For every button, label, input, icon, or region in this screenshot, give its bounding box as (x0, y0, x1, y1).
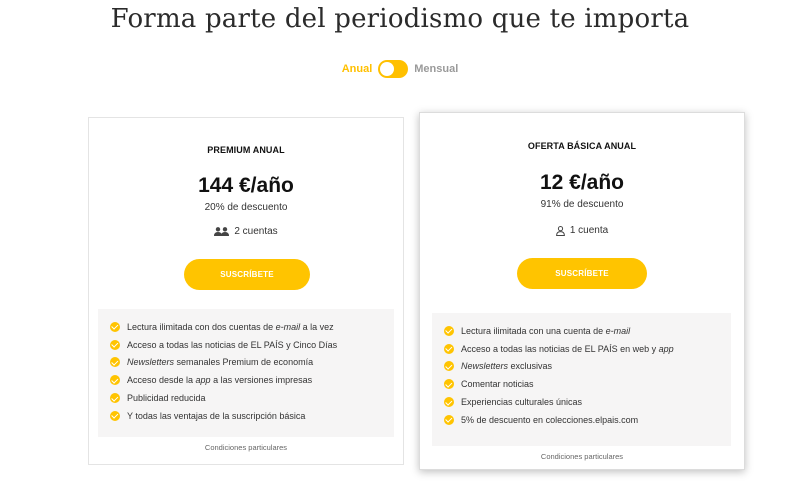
check-icon (110, 357, 120, 368)
check-icon (444, 361, 454, 372)
benefit-item: Comentar noticias (444, 375, 731, 393)
monthly-label[interactable]: Mensual (414, 63, 458, 75)
plan-discount: 20% de descuento (204, 202, 288, 213)
benefit-text: 5% de descuento en colecciones.elpais.co… (461, 415, 638, 425)
benefits-list: Lectura ilimitada con una cuenta de e-ma… (432, 313, 731, 446)
plan-price: 12 €/año (539, 171, 625, 194)
benefit-text: Acceso a todas las noticias de EL PAÍS y… (127, 340, 337, 350)
benefit-text: Newsletters exclusivas (461, 361, 552, 371)
benefit-text-pre: Lectura ilimitada con dos cuentas de (127, 321, 276, 332)
benefit-text: Acceso desde la app a las versiones impr… (127, 375, 312, 385)
check-icon (444, 397, 454, 408)
plan-discount: 91% de descuento (540, 199, 624, 210)
check-icon (110, 410, 120, 421)
subscribe-button[interactable]: SUSCRÍBETE (184, 259, 310, 290)
billing-toggle: Anual Mensual (0, 60, 800, 78)
benefit-item: Acceso a todas las noticias de EL PAÍS y… (110, 336, 394, 354)
benefit-text-emphasis: e-mail (605, 325, 631, 336)
benefits-list: Lectura ilimitada con dos cuentas de e-m… (98, 309, 394, 437)
benefit-text: Lectura ilimitada con una cuenta de e-ma… (461, 326, 630, 336)
benefit-text-pre: Publicidad reducida (127, 393, 206, 404)
plan-accounts: 2 cuentas (89, 226, 403, 237)
benefit-text: Experiencias culturales únicas (461, 397, 582, 407)
benefit-item: Lectura ilimitada con una cuenta de e-ma… (444, 322, 731, 340)
benefit-text-pre: Comentar noticias (461, 379, 534, 390)
benefit-text-post: a la vez (300, 321, 334, 332)
benefit-text-post: semanales Premium de economía (174, 357, 314, 368)
check-icon (444, 343, 454, 354)
benefit-item: Experiencias culturales únicas (444, 393, 731, 411)
benefit-item: Newsletters exclusivas (444, 358, 731, 376)
benefit-text: Lectura ilimitada con dos cuentas de e-m… (127, 322, 334, 332)
plan-price: 144 €/año (198, 174, 294, 197)
plan-card-basic: OFERTA BÁSICA ANUAL 12 €/año 91% de desc… (419, 112, 745, 470)
check-icon (110, 393, 120, 404)
annual-label[interactable]: Anual (342, 63, 373, 75)
benefit-item: Newsletters semanales Premium de economí… (110, 354, 394, 372)
benefit-text-pre: Acceso a todas las noticias de EL PAÍS y… (127, 339, 338, 350)
benefit-text-emphasis: app (658, 343, 674, 354)
benefit-item: Acceso desde la app a las versiones impr… (110, 371, 394, 389)
benefit-text-emphasis: e-mail (275, 321, 301, 332)
check-icon (110, 321, 120, 332)
plan-card-premium: PREMIUM ANUAL 144 €/año 20% de descuento… (88, 117, 404, 465)
benefit-text-pre: 5% de descuento en colecciones.elpais.co… (461, 414, 639, 425)
benefit-item: 5% de descuento en colecciones.elpais.co… (444, 411, 731, 429)
two-users-icon (214, 227, 230, 236)
benefit-text: Publicidad reducida (127, 393, 206, 403)
benefit-text-emphasis: Newsletters (461, 361, 509, 372)
benefit-text-emphasis: Newsletters (127, 357, 175, 368)
billing-switch[interactable] (378, 60, 409, 78)
benefit-text-emphasis: app (195, 375, 211, 386)
benefit-text-pre: Acceso desde la (127, 375, 196, 386)
conditions-link[interactable]: Condiciones particulares (420, 452, 744, 461)
benefit-item: Acceso a todas las noticias de EL PAÍS e… (444, 340, 731, 358)
plan-name: OFERTA BÁSICA ANUAL (527, 141, 637, 151)
benefit-text: Acceso a todas las noticias de EL PAÍS e… (461, 344, 674, 354)
benefit-item: Y todas las ventajas de la suscripción b… (110, 407, 394, 425)
benefit-item: Lectura ilimitada con dos cuentas de e-m… (110, 318, 394, 336)
plan-accounts: 1 cuenta (420, 225, 744, 236)
benefit-text-pre: Y todas las ventajas de la suscripción b… (127, 410, 306, 421)
benefit-text-post: exclusivas (508, 361, 553, 372)
user-icon (555, 225, 565, 236)
check-icon (444, 325, 454, 336)
accounts-label: 1 cuenta (569, 225, 609, 236)
subscribe-button[interactable]: SUSCRÍBETE (517, 258, 647, 289)
benefit-text: Comentar noticias (461, 379, 534, 389)
conditions-link[interactable]: Condiciones particulares (89, 443, 403, 452)
benefit-text-pre: Experiencias culturales únicas (461, 397, 583, 408)
benefit-text: Y todas las ventajas de la suscripción b… (127, 411, 305, 421)
page-title: Forma parte del periodismo que te import… (110, 4, 690, 34)
check-icon (444, 414, 454, 425)
benefit-text-post: a las versiones impresas (210, 375, 313, 386)
benefit-text-pre: Lectura ilimitada con una cuenta de (461, 325, 606, 336)
switch-knob[interactable] (380, 62, 395, 76)
accounts-label: 2 cuentas (234, 226, 278, 237)
check-icon (110, 339, 120, 350)
benefit-item: Publicidad reducida (110, 389, 394, 407)
benefit-text-pre: Acceso a todas las noticias de EL PAÍS e… (461, 343, 659, 354)
check-icon (444, 379, 454, 390)
plan-name: PREMIUM ANUAL (207, 145, 285, 155)
check-icon (110, 375, 120, 386)
benefit-text: Newsletters semanales Premium de economí… (127, 357, 313, 367)
